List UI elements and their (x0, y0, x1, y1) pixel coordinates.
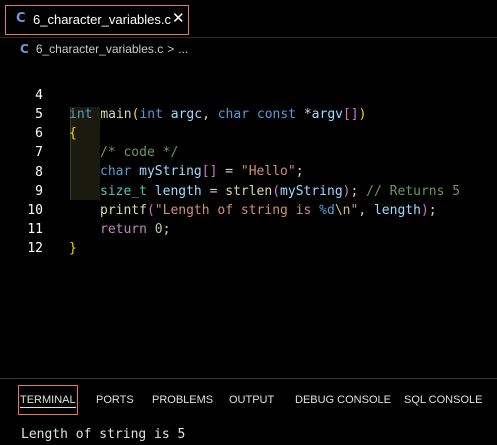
code-token: } (69, 241, 77, 256)
code-token: /* code */ (100, 145, 179, 160)
code-token: size_t (100, 184, 147, 199)
code-token: * (296, 107, 312, 122)
code-line: 8 size_t length = strlen(myString); // R… (0, 144, 460, 199)
breadcrumb: C 6_character_variables.c > ... (20, 40, 188, 58)
code-token: char (100, 164, 132, 179)
tab-ports-label: PORTS (96, 394, 134, 406)
breadcrumb-file[interactable]: 6_character_variables.c (36, 42, 163, 56)
code-token: , (202, 107, 218, 122)
tab-output-label: OUTPUT (229, 394, 275, 406)
breadcrumb-more[interactable]: ... (178, 42, 188, 56)
file-tab[interactable]: C 6_character_variables.c ✕ (5, 5, 189, 35)
code-token: [] (201, 164, 218, 179)
code-token: 0 (154, 222, 163, 237)
code-token: [] (342, 107, 359, 122)
code-token: ( (272, 184, 281, 199)
code-text: return 0; (100, 220, 170, 239)
code-line: 4 int main(int argc, char const *argv[]) (0, 67, 366, 122)
code-token: printf (100, 203, 147, 218)
tab-output[interactable]: OUTPUT (229, 385, 274, 415)
tab-debug-console[interactable]: DEBUG CONSOLE (295, 385, 391, 415)
code-token: , (358, 203, 374, 218)
code-token: "Length of string is (154, 203, 320, 218)
code-text: /* code */ (100, 143, 178, 162)
c-language-icon: C (16, 11, 26, 26)
code-token: strlen (225, 184, 273, 199)
file-tab-label: 6_character_variables.c (33, 12, 172, 27)
code-line: 12 (0, 220, 43, 256)
code-token: return (100, 222, 147, 237)
code-line: 11 } (0, 201, 76, 256)
code-token: myString (139, 164, 202, 179)
code-line: 9 printf("Length of string is %d\n", len… (0, 163, 436, 218)
code-token: ; (428, 203, 437, 218)
code-token: myString (280, 184, 343, 199)
code-text: printf("Length of string is %d\n", lengt… (100, 201, 437, 220)
terminal-output[interactable]: Length of string is 5 (21, 427, 185, 442)
code-line: 10 return 0; (0, 182, 170, 237)
code-token: argc (170, 107, 203, 122)
code-token: = (201, 184, 226, 199)
code-editor[interactable]: 4 int main(int argc, char const *argv[])… (0, 60, 497, 378)
code-token: ( (146, 203, 155, 218)
code-token: const (256, 107, 297, 122)
code-token: ; (162, 222, 171, 237)
close-icon[interactable]: ✕ (172, 9, 185, 27)
tab-ports[interactable]: PORTS (96, 385, 134, 415)
code-token: = (217, 164, 241, 179)
code-token: \n (334, 203, 351, 218)
tab-debug-console-label: DEBUG CONSOLE (295, 394, 391, 406)
code-token: char (217, 107, 250, 122)
code-token: ) (342, 184, 351, 199)
code-text: char myString[] = "Hello"; (100, 162, 304, 181)
code-token: ) (358, 107, 367, 122)
code-token: int (139, 107, 163, 122)
code-line: 5 { (0, 86, 77, 141)
code-text: int main(int argc, char const *argv[]) (69, 105, 366, 124)
line-number: 12 (27, 241, 43, 256)
code-token: ; (350, 184, 367, 199)
code-token: ) (420, 203, 429, 218)
tab-terminal-label: TERMINAL (20, 394, 76, 408)
code-token: int (69, 107, 93, 122)
tab-terminal[interactable]: TERMINAL (18, 385, 78, 415)
code-text: size_t length = strlen(myString); // Ret… (100, 182, 460, 201)
bottom-panel: TERMINAL PORTS PROBLEMS OUTPUT DEBUG CON… (0, 378, 497, 445)
code-token: argv (311, 107, 343, 122)
breadcrumb-separator: > (167, 42, 175, 56)
tab-problems[interactable]: PROBLEMS (152, 385, 213, 415)
code-token: main (100, 107, 132, 122)
editor-tab-bar: C 6_character_variables.c ✕ (0, 0, 497, 38)
code-token: length (373, 203, 421, 218)
tab-problems-label: PROBLEMS (152, 394, 214, 406)
code-token: { (69, 126, 77, 141)
code-text: } (69, 239, 77, 258)
code-line: 7 char myString[] = "Hello"; (0, 124, 303, 179)
tab-sql-console-label: SQL CONSOLE (404, 394, 483, 406)
code-token: // Returns 5 (366, 184, 461, 199)
tab-sql-console[interactable]: SQL CONSOLE (404, 385, 482, 415)
code-token: %d (319, 203, 335, 218)
code-token: length (154, 184, 202, 199)
c-language-icon: C (20, 42, 29, 56)
code-text: { (69, 124, 77, 143)
code-token: "Hello" (240, 164, 296, 179)
code-token: ; (295, 164, 304, 179)
code-line: 6 /* code */ (0, 105, 178, 160)
